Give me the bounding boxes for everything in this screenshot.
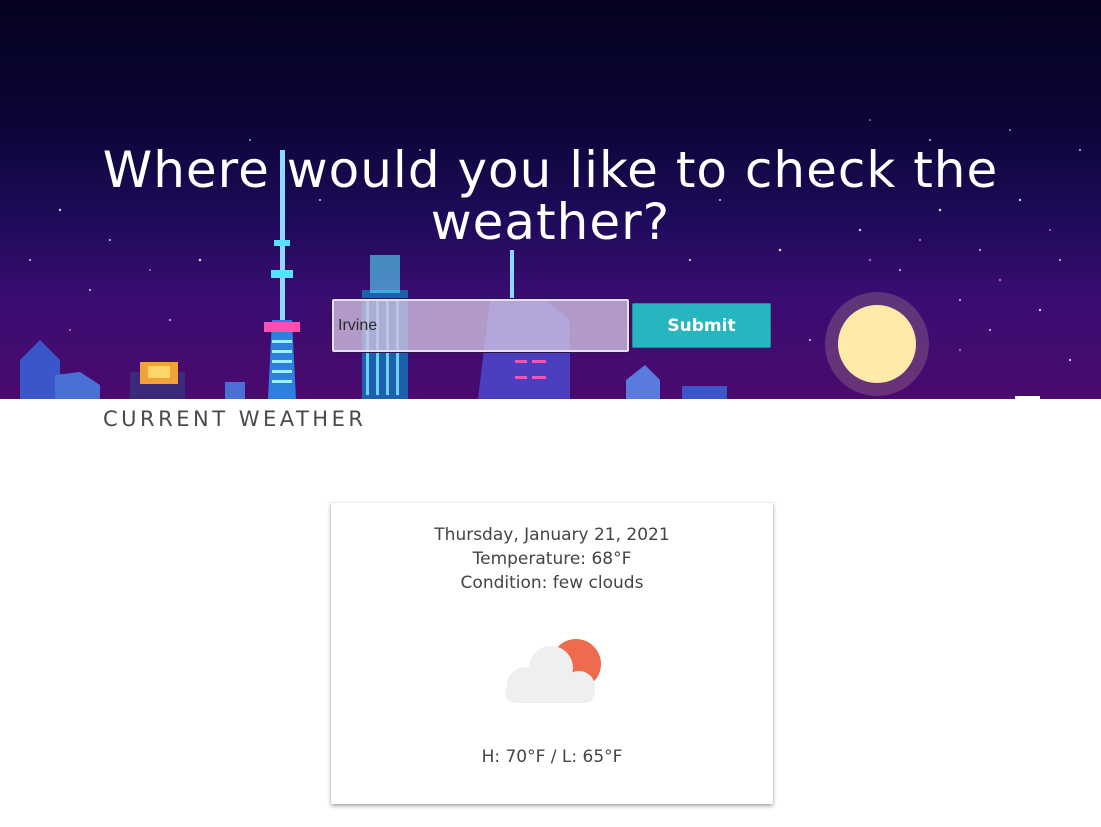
weather-date: Thursday, January 21, 2021 [434, 525, 670, 545]
weather-high-low: H: 70°F / L: 65°F [481, 747, 623, 767]
submit-button[interactable]: Submit [632, 303, 771, 348]
weather-temperature: Temperature: 68°F [472, 549, 632, 569]
hero-title: Where would you like to check the weathe… [102, 141, 999, 251]
few-clouds-icon [505, 639, 601, 703]
city-search-input[interactable] [332, 299, 629, 352]
hero-banner: Where would you like to check the weathe… [0, 0, 1101, 399]
weather-condition: Condition: few clouds [460, 573, 644, 593]
weather-card: Thursday, January 21, 2021 Temperature: … [331, 503, 773, 804]
section-title: CURRENT WEATHER [103, 407, 367, 431]
